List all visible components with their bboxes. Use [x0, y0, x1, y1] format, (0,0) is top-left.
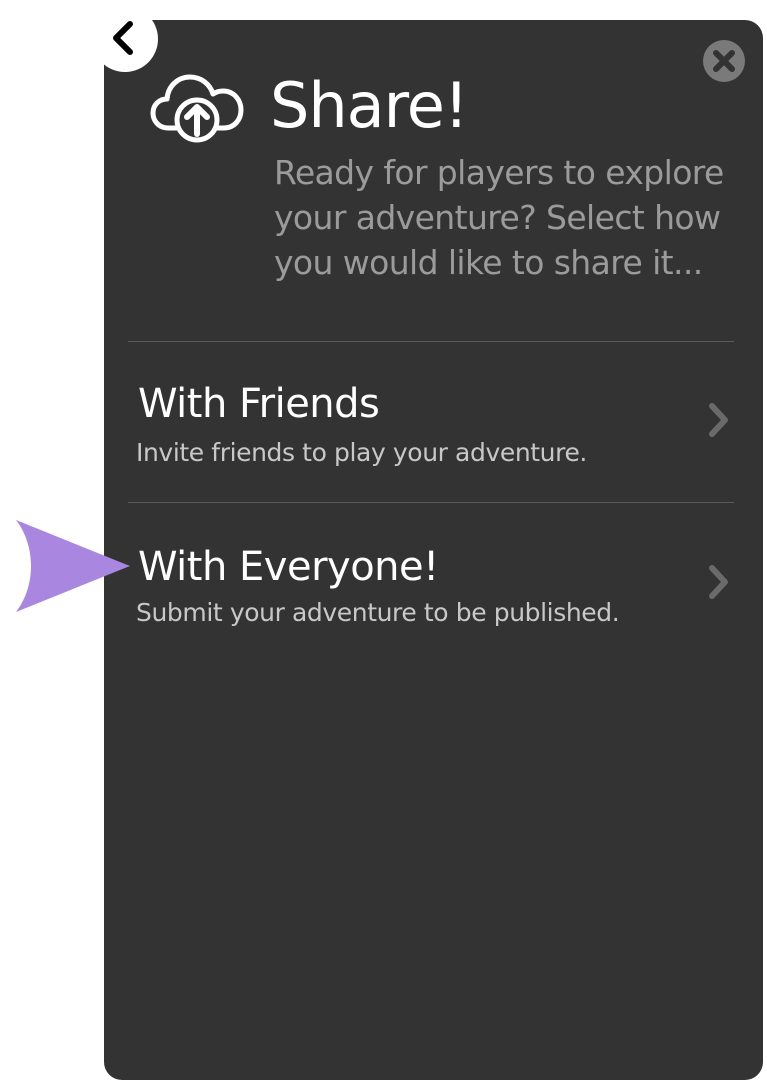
- back-button[interactable]: [92, 6, 158, 72]
- option-description: Submit your adventure to be published.: [136, 598, 620, 627]
- dialog-subtitle: Ready for players to explore your advent…: [274, 153, 724, 282]
- share-with-friends-option[interactable]: With Friends Invite friends to play your…: [128, 360, 734, 500]
- close-icon: [713, 50, 735, 72]
- chevron-right-icon: [709, 403, 728, 437]
- dialog-title: Share!: [270, 69, 469, 142]
- option-title: With Everyone!: [138, 544, 439, 590]
- share-with-everyone-option[interactable]: With Everyone! Submit your adventure to …: [128, 520, 734, 660]
- divider: [128, 341, 734, 342]
- cloud-upload-icon: [150, 74, 244, 143]
- close-button[interactable]: [703, 40, 745, 82]
- chevron-left-icon: [113, 21, 133, 55]
- divider: [128, 502, 734, 503]
- option-description: Invite friends to play your adventure.: [136, 438, 587, 467]
- pointer-arrow-icon: [16, 520, 130, 612]
- chevron-right-icon: [709, 565, 728, 599]
- option-title: With Friends: [138, 381, 380, 427]
